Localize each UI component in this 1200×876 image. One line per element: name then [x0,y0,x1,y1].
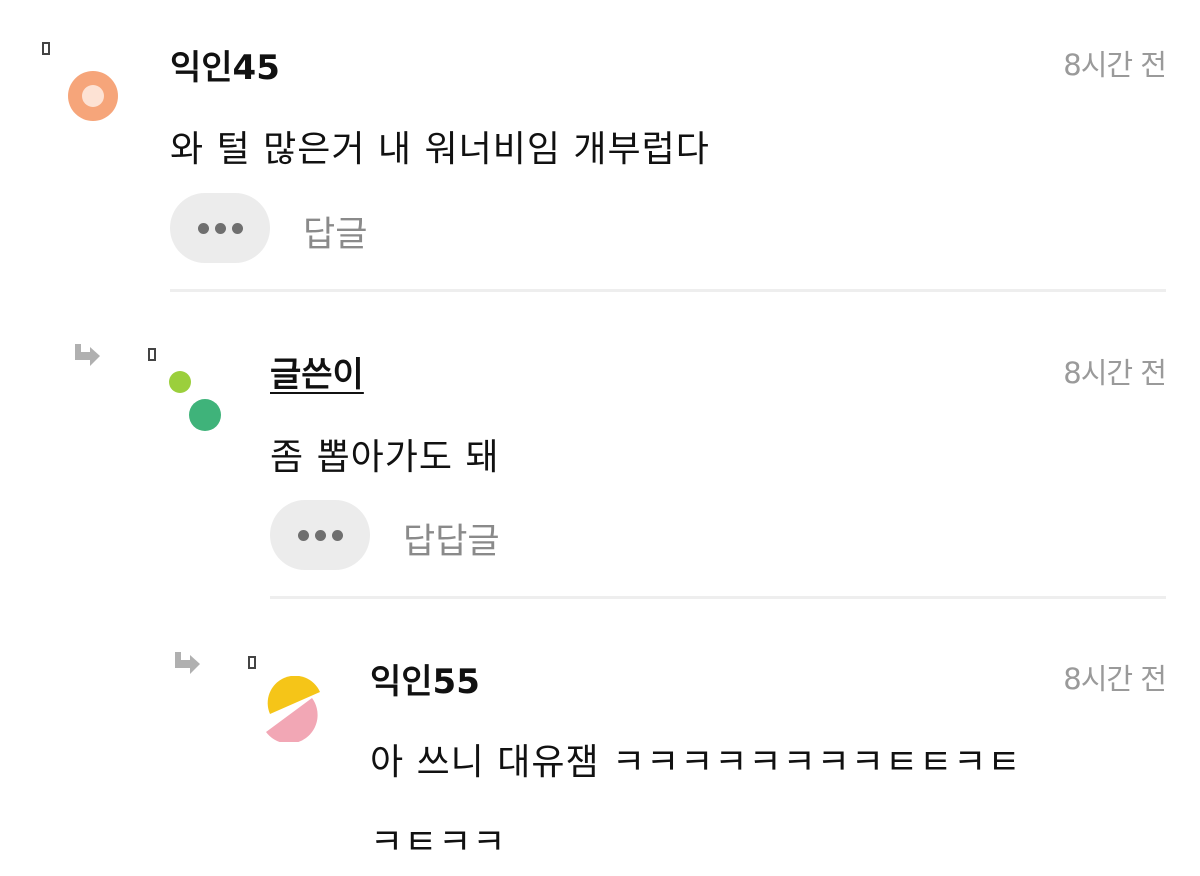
more-options-dot [331,529,343,541]
nickname[interactable]: 익인45 [170,40,280,89]
more-options-button[interactable] [170,193,270,263]
timestamp: 8시간 전 [1063,356,1167,390]
timestamp: 8시간 전 [1063,662,1167,696]
timestamp: 8시간 전 [1063,48,1167,82]
reply-arrow-icon [75,344,100,366]
reply-link[interactable]: 답답글 [403,513,500,564]
divider [170,289,1166,292]
reply-arrow-icon [175,652,200,674]
avatar[interactable] [67,70,119,122]
more-options-icon [297,529,309,541]
reply-link[interactable]: 답글 [303,206,367,257]
author-nickname[interactable]: 글쓴이 [270,347,364,396]
profile-marker [148,348,156,361]
profile-marker [248,656,256,669]
more-options-icon [197,222,209,234]
comment-text-line-1: 아 쓰니 대유잼 ㅋㅋㅋㅋㅋㅋㅋㅋㅌㅌㅋㅌ [370,742,1022,783]
nickname[interactable]: 익인55 [370,654,480,703]
avatar[interactable] [262,676,324,742]
more-options-dot [214,222,226,234]
avatar[interactable] [165,370,225,432]
comment-text: 좀 뽑아가도 돼 [270,437,500,478]
profile-marker [42,42,50,55]
more-options-dot [231,222,243,234]
more-options-dot [314,529,326,541]
comment-text-line-2: ㅋㅌㅋㅋ [370,822,507,863]
divider [270,596,1166,599]
more-options-button[interactable] [270,500,370,570]
comment-text: 와 털 많은거 내 워너비임 개부럽다 [170,129,710,170]
